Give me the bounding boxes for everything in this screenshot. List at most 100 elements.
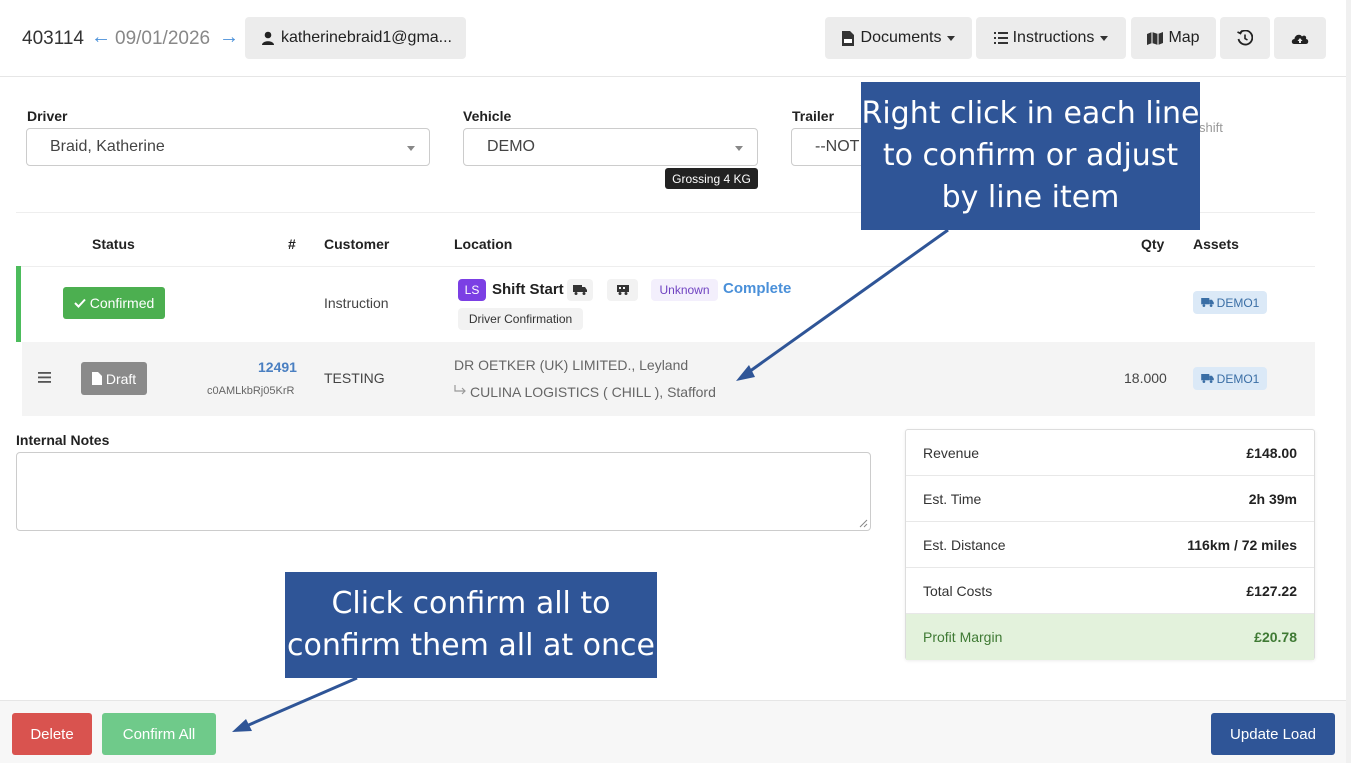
location-tag: Unknown bbox=[651, 279, 718, 301]
driver-label: Driver bbox=[27, 108, 68, 124]
trailer-label: Trailer bbox=[792, 108, 835, 124]
location-header: Location bbox=[454, 236, 513, 252]
sub-arrow-icon bbox=[454, 385, 466, 395]
notes-label: Internal Notes bbox=[16, 432, 110, 448]
summary-label: Total Costs bbox=[923, 582, 993, 599]
summary-value: £148.00 bbox=[1246, 444, 1297, 461]
summary-value: 2h 39m bbox=[1248, 490, 1297, 507]
user-icon bbox=[262, 31, 274, 45]
trailer-pill[interactable] bbox=[607, 279, 638, 301]
truck-icon bbox=[1200, 298, 1214, 307]
documents-label: Documents bbox=[860, 29, 942, 46]
callout-right-click: Right click in each line to confirm or a… bbox=[861, 82, 1200, 230]
customer-cell: TESTING bbox=[324, 370, 385, 386]
next-arrow-icon[interactable]: → bbox=[219, 26, 239, 49]
previous-arrow-icon[interactable]: ← bbox=[91, 26, 111, 49]
status-badge: Draft bbox=[81, 362, 147, 395]
user-button[interactable]: katherinebraid1@gma... bbox=[245, 17, 466, 59]
chevron-down-icon bbox=[1100, 35, 1109, 41]
update-load-button[interactable]: Update Load bbox=[1211, 713, 1335, 755]
asset-label: DEMO1 bbox=[1216, 371, 1260, 386]
number-header: # bbox=[288, 236, 296, 252]
table-row[interactable] bbox=[22, 342, 1315, 416]
asset-badge[interactable]: DEMO1 bbox=[1193, 291, 1267, 314]
callout-line: by line item bbox=[941, 180, 1120, 215]
summary-label: Est. Distance bbox=[923, 536, 1006, 553]
map-button[interactable]: Map bbox=[1131, 17, 1216, 59]
status-badge: Confirmed bbox=[63, 287, 165, 319]
qty-header: Qty bbox=[1141, 236, 1165, 252]
customer-cell: Instruction bbox=[324, 295, 389, 311]
summary-value: £20.78 bbox=[1254, 629, 1297, 645]
notes-textarea[interactable] bbox=[16, 452, 871, 531]
status-text: Draft bbox=[105, 370, 137, 387]
delete-button[interactable]: Delete bbox=[12, 713, 92, 755]
chevron-down-icon bbox=[947, 35, 956, 41]
location-subtag: Driver Confirmation bbox=[458, 308, 583, 330]
instructions-label: Instructions bbox=[1012, 29, 1095, 46]
driver-value: Braid, Katherine bbox=[50, 138, 165, 155]
history-icon bbox=[1237, 30, 1253, 46]
location-title: Shift Start bbox=[492, 281, 564, 298]
qty-cell: 18.000 bbox=[1124, 370, 1167, 386]
file-icon bbox=[91, 372, 102, 385]
cloud-upload-button[interactable] bbox=[1274, 17, 1326, 59]
vehicle-select[interactable]: DEMO bbox=[463, 128, 758, 166]
callout-confirm-all: Click confirm all to confirm them all at… bbox=[285, 572, 657, 678]
job-number-link[interactable]: 12491 bbox=[258, 359, 297, 375]
row-status-bar bbox=[16, 266, 21, 342]
summary-value: 116km / 72 miles bbox=[1187, 536, 1297, 553]
gross-weight-badge: Grossing 4 KG bbox=[665, 168, 758, 189]
asset-badge[interactable]: DEMO1 bbox=[1193, 367, 1267, 390]
summary-panel: Revenue £148.00 Est. Time 2h 39m Est. Di… bbox=[905, 429, 1315, 660]
vehicle-label: Vehicle bbox=[463, 108, 512, 124]
truck-pill[interactable] bbox=[567, 279, 593, 301]
trailer-value: --NOT bbox=[815, 138, 860, 155]
assets-header: Assets bbox=[1193, 236, 1239, 252]
drag-handle-icon[interactable] bbox=[38, 372, 51, 383]
scrollbar-track[interactable] bbox=[1346, 0, 1351, 763]
summary-row-profit: Profit Margin £20.78 bbox=[906, 614, 1314, 660]
summary-row-time: Est. Time 2h 39m bbox=[906, 476, 1314, 522]
location-from: DR OETKER (UK) LIMITED., Leyland bbox=[454, 357, 689, 373]
trailer-icon bbox=[616, 285, 629, 295]
map-label: Map bbox=[1168, 29, 1200, 46]
customer-header: Customer bbox=[324, 236, 390, 252]
chevron-down-icon bbox=[735, 146, 743, 151]
callout-line: confirm them all at once bbox=[287, 628, 655, 663]
load-id: 403114 bbox=[22, 28, 84, 49]
summary-label: Profit Margin bbox=[923, 629, 1003, 645]
chevron-down-icon bbox=[407, 146, 415, 151]
status-header: Status bbox=[92, 236, 135, 252]
callout-line: to confirm or adjust bbox=[882, 138, 1179, 173]
summary-label: Revenue bbox=[923, 444, 980, 461]
asset-label: DEMO1 bbox=[1216, 295, 1260, 310]
cloud-upload-icon bbox=[1291, 34, 1309, 44]
list-icon bbox=[993, 32, 1008, 44]
location-state: Complete bbox=[723, 280, 792, 297]
summary-row-costs: Total Costs £127.22 bbox=[906, 568, 1314, 614]
summary-value: £127.22 bbox=[1246, 582, 1297, 599]
check-icon bbox=[73, 298, 86, 308]
driver-select[interactable]: Braid, Katherine bbox=[26, 128, 430, 166]
callout-line: Right click in each line bbox=[861, 96, 1200, 131]
history-button[interactable] bbox=[1220, 17, 1270, 59]
job-reference: c0AMLkbRj05KrR bbox=[207, 385, 295, 397]
confirm-all-button[interactable]: Confirm All bbox=[102, 713, 216, 755]
callout-line: Click confirm all to bbox=[331, 586, 611, 621]
map-icon bbox=[1147, 31, 1164, 45]
summary-row-revenue: Revenue £148.00 bbox=[906, 430, 1314, 476]
load-date: 09/01/2026 bbox=[115, 28, 211, 49]
location-type-badge: LS bbox=[458, 279, 486, 301]
summary-label: Est. Time bbox=[923, 490, 982, 507]
truck-icon bbox=[1200, 374, 1214, 383]
resize-handle-icon[interactable] bbox=[858, 518, 868, 528]
instructions-button[interactable]: Instructions bbox=[976, 17, 1126, 59]
status-text: Confirmed bbox=[89, 295, 155, 311]
location-to: CULINA LOGISTICS ( CHILL ), Stafford bbox=[470, 384, 716, 400]
documents-button[interactable]: Documents bbox=[825, 17, 972, 59]
user-email: katherinebraid1@gma... bbox=[281, 29, 452, 46]
pdf-file-icon bbox=[841, 30, 854, 46]
table-row[interactable] bbox=[16, 266, 1315, 342]
vehicle-value: DEMO bbox=[487, 138, 535, 155]
